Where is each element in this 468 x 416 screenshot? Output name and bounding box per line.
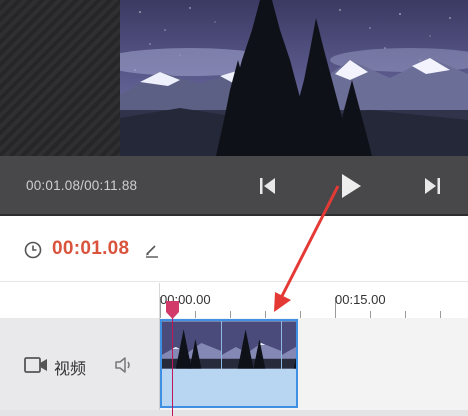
- time-editor: 00:01.08: [0, 218, 468, 282]
- clip-thumbnail: [282, 321, 296, 369]
- play-icon: [342, 174, 361, 198]
- playback-time: 00:01.08/00:11.88: [26, 178, 138, 193]
- play-button[interactable]: [335, 170, 367, 202]
- ruler-label-15s: 00:15.00: [335, 292, 386, 307]
- edit-pencil-icon[interactable]: [144, 242, 160, 258]
- current-time-value[interactable]: 00:01.08: [52, 238, 129, 260]
- camera-icon: [24, 357, 47, 373]
- timeline-ruler[interactable]: 00:00.00 00:15.00: [0, 283, 468, 318]
- video-preview: [0, 0, 468, 156]
- volume-icon[interactable]: [114, 356, 134, 374]
- clip-thumbnail: [222, 321, 282, 369]
- video-track-header: 视频: [0, 318, 160, 410]
- video-frame: [120, 0, 468, 156]
- player-controls: 00:01.08/00:11.88: [0, 156, 468, 216]
- previous-frame-button[interactable]: [252, 170, 284, 202]
- playhead-handle[interactable]: [165, 300, 180, 320]
- playhead-line: [172, 305, 173, 416]
- next-frame-button[interactable]: [416, 170, 448, 202]
- preview-letterbox: [0, 0, 120, 156]
- skip-back-icon: [260, 178, 275, 194]
- skip-forward-icon: [425, 178, 440, 194]
- clip-thumbnails: [162, 321, 296, 369]
- track-divider: [0, 410, 468, 416]
- video-clip[interactable]: [160, 319, 298, 408]
- clip-thumbnail: [162, 321, 222, 369]
- ruler-header: [0, 283, 160, 318]
- clock-icon: [24, 241, 42, 259]
- video-track-label: 视频: [54, 361, 87, 378]
